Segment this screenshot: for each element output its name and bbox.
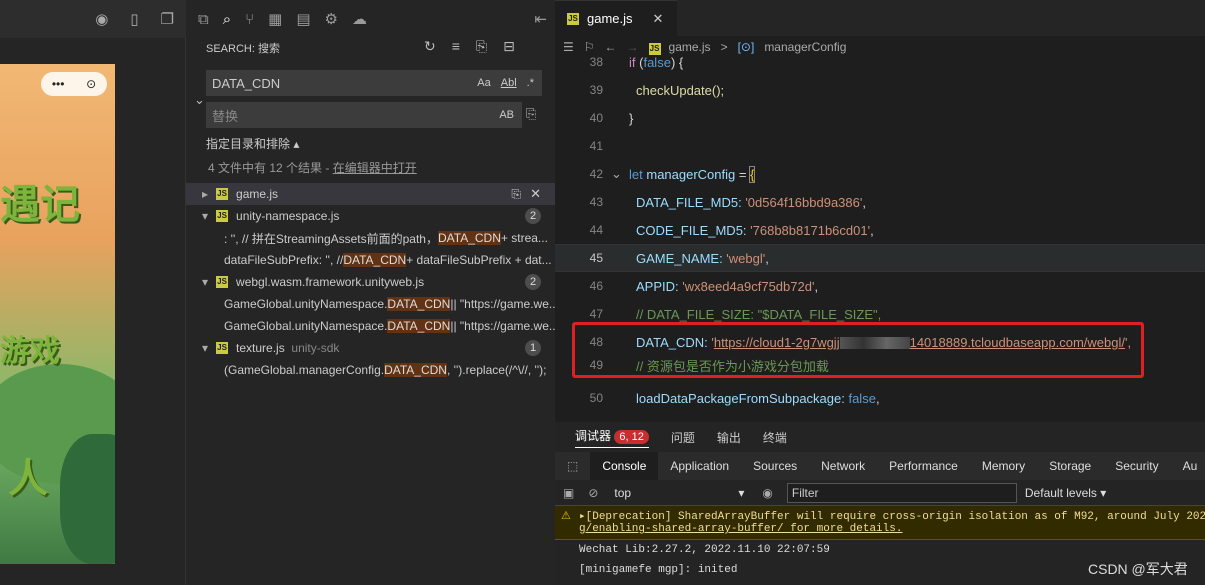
- game-title-line3: 人: [8, 455, 48, 502]
- activity-bar: ⧉ ⌕ ⑂ ▦ ▤ ⚙ ☁ ⇤: [186, 0, 555, 38]
- tab-console[interactable]: Console: [590, 452, 659, 480]
- tab-storage[interactable]: Storage: [1037, 452, 1103, 480]
- console-message[interactable]: g/enabling-shared-array-buffer/ for more…: [555, 523, 1205, 535]
- filter-input[interactable]: Filter: [786, 482, 1017, 503]
- replace-file-icon[interactable]: ⎘: [511, 187, 521, 202]
- search-header: SEARCH: 搜索: [206, 43, 280, 55]
- watermark: CSDN @军大君: [1088, 561, 1188, 577]
- tab-game-js[interactable]: JS game.js ✕: [555, 0, 677, 36]
- close-capsule-icon[interactable]: ⊙: [86, 77, 96, 91]
- new-search-editor-icon[interactable]: ⎘: [476, 38, 487, 55]
- match-case-toggle[interactable]: Aa: [477, 77, 490, 89]
- tab-problems[interactable]: 问题: [671, 429, 695, 446]
- match-line[interactable]: dataFileSubPrefix: '', // DATA_CDN + dat…: [186, 249, 555, 271]
- match-line[interactable]: : '', // 拼在StreamingAssets前面的path， DATA_C…: [186, 227, 555, 249]
- match-line[interactable]: GameGlobal.unityNamespace. DATA_CDN || "h…: [186, 293, 555, 315]
- tab-terminal[interactable]: 终端: [763, 429, 787, 446]
- window-icon[interactable]: ❐: [161, 10, 174, 28]
- tab-performance[interactable]: Performance: [877, 452, 970, 480]
- search-icon[interactable]: ⌕: [223, 11, 231, 28]
- debug-icon[interactable]: ⚙: [325, 10, 338, 28]
- result-file-game[interactable]: ▸ JS game.js ✕ ⎘: [186, 183, 555, 205]
- levels-select[interactable]: Default levels ▾: [1025, 486, 1106, 500]
- tab-output[interactable]: 输出: [717, 429, 741, 446]
- search-actions: ↻ ≡ ⎘ ⊟: [424, 38, 515, 55]
- search-input[interactable]: DATA_CDN Aa Abl .*: [206, 70, 542, 96]
- game-screen[interactable]: 遇记 游戏 人: [0, 64, 115, 564]
- preserve-case-toggle[interactable]: AB: [499, 109, 514, 121]
- match-word-toggle[interactable]: Abl: [501, 77, 517, 89]
- tab-security[interactable]: Security: [1103, 452, 1170, 480]
- close-tab-icon[interactable]: ✕: [653, 11, 664, 27]
- tab-debugger[interactable]: 调试器 6, 12: [575, 427, 649, 448]
- code-line[interactable]: 38 if (false) {: [555, 48, 1205, 76]
- extensions-icon[interactable]: ▦: [268, 10, 282, 28]
- tab-application[interactable]: Application: [658, 452, 741, 480]
- collapse-all-icon[interactable]: ⊟: [503, 38, 515, 55]
- clear-results-icon[interactable]: ≡: [452, 38, 460, 55]
- code-line[interactable]: 46 APPID: 'wx8eed4a9cf75db72d',: [555, 272, 1205, 300]
- tab-network[interactable]: Network: [809, 452, 877, 480]
- game-title-line1: 遇记: [0, 181, 80, 228]
- code-line[interactable]: 44 CODE_FILE_MD5: '768b8b8171b6cd01',: [555, 216, 1205, 244]
- match-count-badge: 2: [525, 274, 541, 290]
- code-line[interactable]: 43 DATA_FILE_MD5: '0d564f16bbd9a386',: [555, 188, 1205, 216]
- result-file-unity-namespace[interactable]: ▾ JS unity-namespace.js 2: [186, 205, 555, 227]
- refresh-icon[interactable]: ↻: [424, 38, 436, 55]
- result-file-webgl-framework[interactable]: ▾ JS webgl.wasm.framework.unityweb.js 2: [186, 271, 555, 293]
- code-line[interactable]: 42 ⌄ let managerConfig = {: [555, 160, 1205, 188]
- toggle-replace-icon[interactable]: ⌄: [194, 92, 205, 108]
- result-file-texture[interactable]: ▾ JS texture.js unity-sdk 1: [186, 337, 555, 359]
- results-summary: 4 文件中有 12 个结果 - 在编辑器中打开: [208, 161, 417, 175]
- eye-icon[interactable]: ◉: [762, 486, 772, 500]
- code-line[interactable]: 40}: [555, 104, 1205, 132]
- error-badge: 6, 12: [614, 429, 649, 444]
- sidebar-toggle-icon[interactable]: ▣: [563, 486, 574, 500]
- tab-memory[interactable]: Memory: [970, 452, 1037, 480]
- regex-toggle[interactable]: .*: [527, 77, 534, 89]
- match-line[interactable]: (GameGlobal.managerConfig. DATA_CDN, '').…: [186, 359, 555, 381]
- panel-tabs: 调试器 6, 12 问题 输出 终端: [555, 422, 1205, 452]
- phone-icon[interactable]: ▯: [130, 10, 138, 28]
- tab-sources[interactable]: Sources: [741, 452, 809, 480]
- clear-console-icon[interactable]: ⊘: [588, 486, 598, 500]
- game-title-line2: 游戏: [0, 334, 60, 369]
- code-editor: JS game.js ✕ ☰ ⚐ ← → JS game.js > [⊙] mana…: [555, 0, 1205, 422]
- red-highlight-box: [572, 322, 1144, 378]
- dismiss-result-icon[interactable]: ✕: [530, 186, 541, 202]
- source-control-icon[interactable]: ⑂: [245, 11, 254, 28]
- mini-program-capsule[interactable]: ••• ⊙: [41, 72, 107, 96]
- match-line[interactable]: GameGlobal.unityNamespace. DATA_CDN || "h…: [186, 315, 555, 337]
- console-message: Wechat Lib:2.27.2, 2022.11.10 22:07:59: [579, 544, 830, 556]
- tab-audits[interactable]: Au: [1171, 452, 1205, 480]
- chrome-devtools-tabs: ⬚ Console Application Sources Network Pe…: [555, 452, 1205, 480]
- code-line[interactable]: 50 loadDataPackageFromSubpackage: false,: [555, 384, 1205, 412]
- open-in-editor-link[interactable]: 在编辑器中打开: [333, 161, 417, 175]
- record-icon[interactable]: ◉: [95, 10, 108, 28]
- include-exclude-toggle[interactable]: 指定目录和排除 ▴: [206, 135, 299, 152]
- collapse-panel-icon[interactable]: ⇤: [534, 10, 547, 28]
- inspect-icon[interactable]: ⬚: [555, 452, 590, 480]
- code-line-current[interactable]: 45 GAME_NAME: 'webgl',: [555, 244, 1205, 272]
- replace-all-icon[interactable]: ⎘: [526, 106, 536, 122]
- match-count-badge: 2: [525, 208, 541, 224]
- code-line[interactable]: 41: [555, 132, 1205, 160]
- simulator-toolbar: ◉ ▯ ❐: [0, 0, 186, 38]
- code-line[interactable]: 39 checkUpdate();: [555, 76, 1205, 104]
- storage-icon[interactable]: ▤: [296, 10, 310, 28]
- context-select[interactable]: top ▾: [614, 486, 744, 500]
- replace-input[interactable]: 替换 AB: [206, 102, 522, 128]
- console-message: ▸[Deprecation] SharedArrayBuffer will re…: [579, 511, 1205, 523]
- search-panel: ⧉ ⌕ ⑂ ▦ ▤ ⚙ ☁ ⇤ SEARCH: 搜索 ↻ ≡ ⎘ ⊟ ⌄ DAT…: [186, 0, 555, 585]
- more-icon[interactable]: •••: [52, 77, 65, 91]
- explorer-icon[interactable]: ⧉: [198, 11, 209, 28]
- cloud-icon[interactable]: ☁: [352, 10, 367, 28]
- console-toolbar: ▣ ⊘ top ▾ ◉ Filter Default levels ▾: [555, 480, 1205, 506]
- match-count-badge: 1: [525, 340, 541, 356]
- simulator-panel: ◉ ▯ ❐ 遇记 游戏 人 ••• ⊙: [0, 0, 186, 585]
